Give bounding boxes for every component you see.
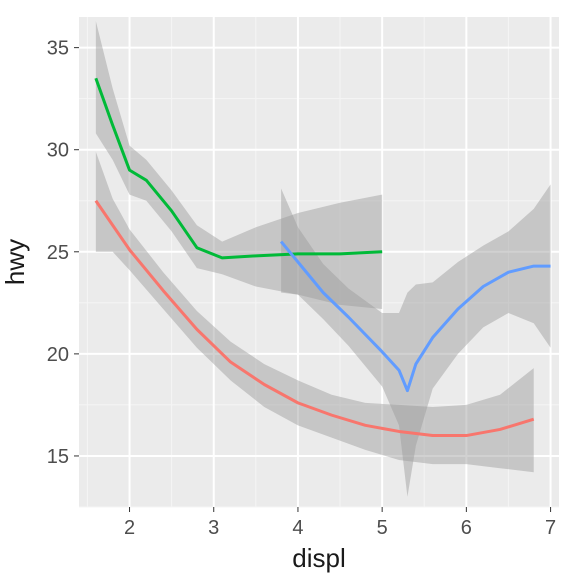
x-tick-label: 2: [124, 517, 135, 539]
y-tick-label: 30: [47, 140, 69, 162]
x-tick-label: 6: [461, 517, 472, 539]
y-axis: 15 20 25 30 35: [47, 38, 79, 468]
y-tick-label: 20: [47, 344, 69, 366]
y-tick-label: 25: [47, 242, 69, 264]
y-tick-label: 35: [47, 38, 69, 60]
chart-container: 2 3 4 5 6 7 15 20 25 30 35 displ hwy: [0, 0, 576, 576]
x-axis: 2 3 4 5 6 7: [124, 507, 556, 539]
x-tick-label: 4: [292, 517, 303, 539]
x-axis-title: displ: [292, 543, 345, 573]
x-tick-label: 3: [208, 517, 219, 539]
x-tick-label: 7: [545, 517, 556, 539]
x-tick-label: 5: [377, 517, 388, 539]
chart-svg: 2 3 4 5 6 7 15 20 25 30 35 displ hwy: [0, 0, 576, 576]
y-tick-label: 15: [47, 446, 69, 468]
y-axis-title: hwy: [0, 239, 30, 285]
